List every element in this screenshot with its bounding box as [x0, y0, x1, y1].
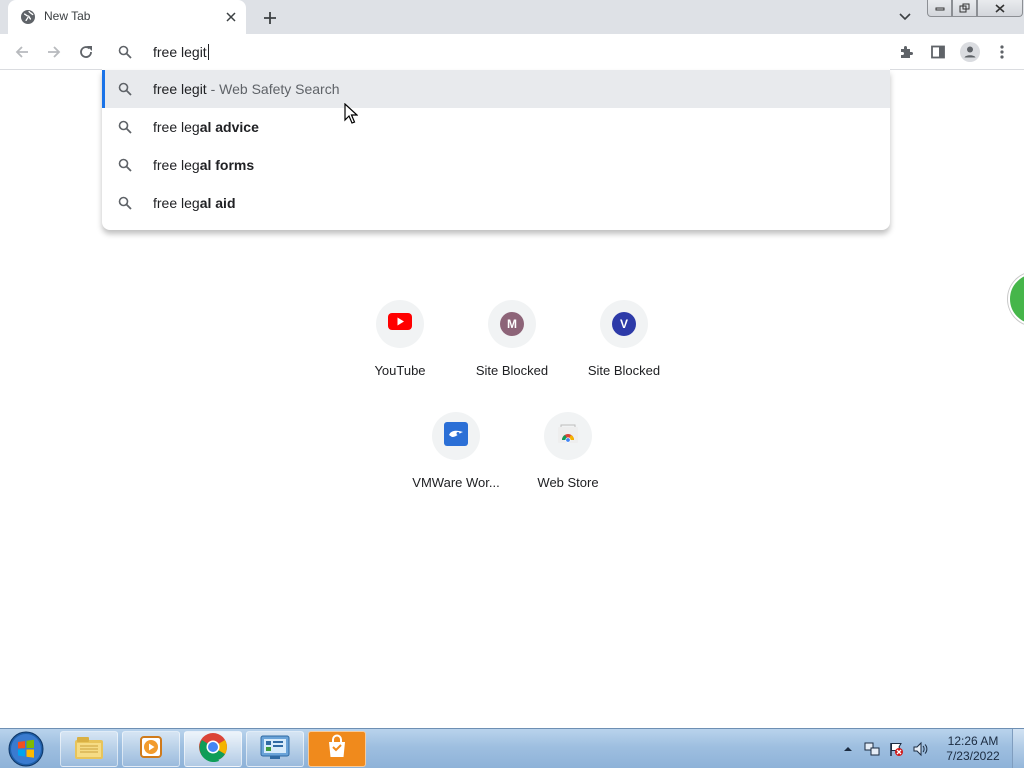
extensions-puzzle-icon[interactable] [894, 40, 918, 64]
chrome-icon [198, 732, 228, 767]
letter-m-icon: M [500, 312, 524, 336]
extension-floating-button[interactable] [1008, 272, 1024, 326]
search-icon [118, 158, 132, 172]
minimize-button[interactable] [927, 0, 952, 17]
tab-title: New Tab [44, 9, 91, 23]
taskbar-chrome[interactable] [184, 731, 242, 767]
explorer-icon [74, 734, 104, 765]
show-desktop-button[interactable] [1012, 729, 1024, 768]
shortcut-label: VMWare Wor... [412, 475, 500, 490]
new-tab-button[interactable] [258, 6, 282, 30]
suggestion-completion: al aid [199, 195, 236, 211]
restore-button[interactable] [952, 0, 977, 17]
shortcut-icon-circle [432, 412, 480, 460]
taskbar-explorer[interactable] [60, 731, 118, 767]
taskbar-control-panel[interactable] [246, 731, 304, 767]
taskbar-clock[interactable]: 12:26 AM 7/23/2022 [936, 734, 1010, 764]
shortcut-icon-circle [544, 412, 592, 460]
search-icon [118, 196, 132, 210]
suggestion-typed: free leg [153, 119, 200, 135]
suggestion-text: free legal aid [153, 195, 236, 211]
store-icon [324, 734, 350, 765]
omnibox-value: free legit [153, 44, 207, 60]
suggestion-item[interactable]: free legit - Web Safety Search [102, 70, 890, 108]
shortcut-icon-circle [376, 300, 424, 348]
search-icon [118, 45, 132, 59]
network-icon[interactable] [864, 741, 880, 757]
shortcut-youtube[interactable]: YouTube [344, 300, 456, 400]
action-center-flag-icon[interactable] [888, 741, 904, 757]
letter-v-icon: V [612, 312, 636, 336]
shortcut-label: Site Blocked [475, 363, 549, 378]
shortcut-label: Site Blocked [587, 363, 661, 378]
window-controls [927, 0, 1023, 18]
shortcut-label: Web Store [537, 475, 599, 490]
system-tray [840, 729, 936, 768]
volume-icon[interactable] [912, 741, 928, 757]
clock-date: 7/23/2022 [946, 749, 1000, 763]
profile-avatar-icon[interactable] [958, 40, 982, 64]
globe-icon [20, 9, 36, 25]
tab-strip: New Tab [0, 0, 1024, 34]
back-button[interactable] [10, 40, 34, 64]
taskbar-store[interactable] [308, 731, 366, 767]
shortcut-web-store[interactable]: Web Store [512, 412, 624, 512]
side-panel-icon[interactable] [926, 40, 950, 64]
vmware-icon [444, 421, 468, 451]
shortcut-site-blocked-v[interactable]: V Site Blocked [568, 300, 680, 400]
media-player-icon [138, 734, 164, 765]
suggestion-text: free legit - Web Safety Search [153, 81, 340, 97]
close-tab-icon[interactable] [222, 8, 240, 26]
tab-search-chevron-icon[interactable] [894, 7, 916, 27]
search-icon [118, 82, 132, 96]
shortcut-site-blocked-m[interactable]: M Site Blocked [456, 300, 568, 400]
shortcut-vmware[interactable]: VMWare Wor... [400, 412, 512, 512]
windows-taskbar: 12:26 AM 7/23/2022 [0, 728, 1024, 768]
browser-toolbar: free legit [0, 34, 1024, 70]
suggestion-typed: free leg [153, 157, 200, 173]
suggestion-completion: al advice [199, 119, 259, 135]
taskbar-media-player[interactable] [122, 731, 180, 767]
search-icon [118, 120, 132, 134]
shortcut-label: YouTube [374, 363, 426, 378]
suggestion-text: free legal forms [153, 157, 254, 173]
webstore-icon [557, 424, 579, 449]
clock-time: 12:26 AM [947, 734, 999, 748]
tab-new-tab[interactable]: New Tab [8, 0, 246, 34]
suggestion-text: free legal advice [153, 119, 259, 135]
youtube-icon [388, 313, 412, 335]
forward-button[interactable] [42, 40, 66, 64]
show-hidden-icons-chevron-icon[interactable] [840, 741, 856, 757]
suggestion-typed: free legit [153, 81, 207, 97]
text-caret [207, 44, 209, 60]
shortcut-icon-circle: V [600, 300, 648, 348]
suggestion-item[interactable]: free legal advice [102, 108, 890, 146]
suggestion-completion: al forms [199, 157, 255, 173]
shortcut-icon-circle: M [488, 300, 536, 348]
omnibox-input[interactable]: free legit [153, 44, 209, 60]
suggestion-item[interactable]: free legal forms [102, 146, 890, 184]
suggestion-description: - Web Safety Search [206, 81, 340, 97]
control-panel-icon [260, 734, 290, 765]
close-window-button[interactable] [977, 0, 1023, 17]
suggestion-typed: free leg [153, 195, 200, 211]
start-button[interactable] [4, 730, 48, 768]
omnibox[interactable]: free legit [102, 34, 890, 70]
suggestion-item[interactable]: free legal aid [102, 184, 890, 222]
menu-kebab-icon[interactable] [990, 40, 1014, 64]
omnibox-suggestions: free legit - Web Safety Search free lega… [102, 70, 890, 230]
reload-button[interactable] [74, 40, 98, 64]
mouse-cursor-icon [344, 102, 359, 125]
